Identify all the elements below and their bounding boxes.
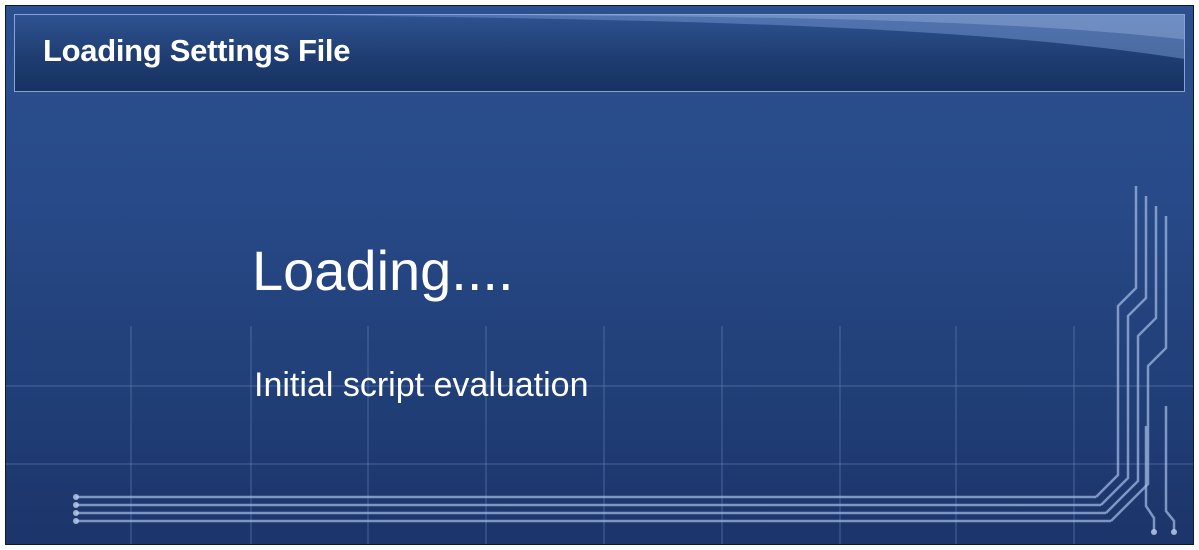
- loading-dialog: Loading Settings File Loading.... Initia…: [5, 5, 1194, 545]
- loading-status-text: Initial script evaluation: [254, 366, 589, 404]
- title-bar: Loading Settings File: [14, 14, 1185, 92]
- loading-heading: Loading....: [252, 239, 514, 302]
- window-title: Loading Settings File: [43, 33, 351, 68]
